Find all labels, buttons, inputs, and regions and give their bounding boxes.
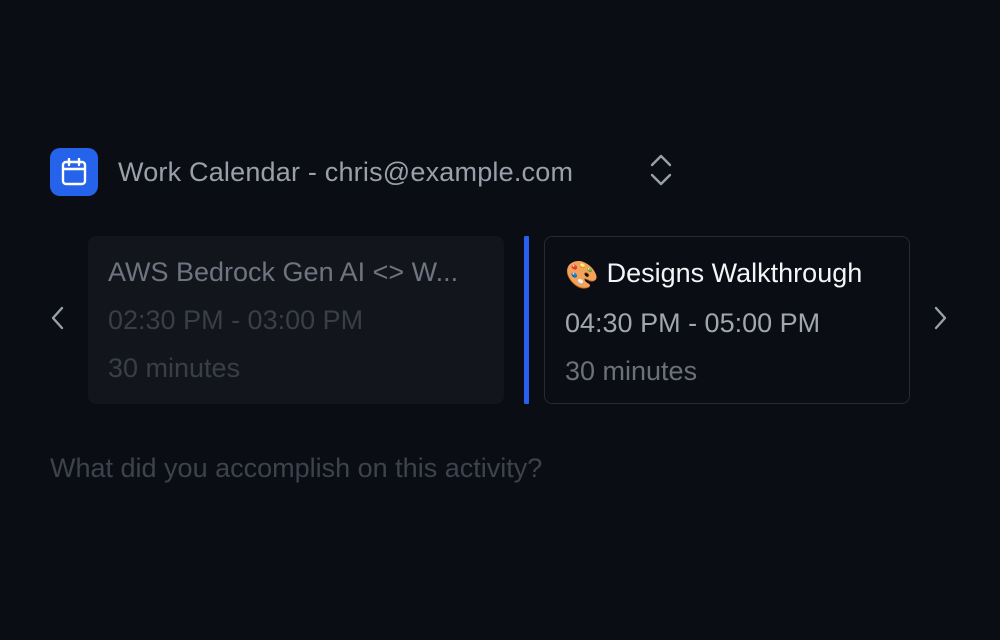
event-title: AWS Bedrock Gen AI <> W...: [108, 257, 459, 287]
chevron-up-down-icon: [648, 153, 674, 192]
event-duration: 30 minutes: [108, 353, 241, 383]
palette-icon: 🎨: [565, 260, 599, 290]
activity-panel: Work Calendar - chris@example.com AWS Be…: [0, 0, 1000, 640]
event-card-past[interactable]: AWS Bedrock Gen AI <> W... 02:30 PM - 03…: [88, 236, 504, 404]
calendar-switch-button[interactable]: [644, 150, 678, 194]
chevron-right-icon: [932, 305, 948, 336]
event-time: 02:30 PM - 03:00 PM: [108, 305, 364, 335]
calendar-header: Work Calendar - chris@example.com: [50, 148, 573, 196]
event-card-current[interactable]: 🎨 Designs Walkthrough 04:30 PM - 05:00 PM…: [544, 236, 910, 404]
current-time-indicator: [524, 236, 529, 404]
event-title: Designs Walkthrough: [606, 258, 863, 288]
calendar-title: Work Calendar - chris@example.com: [118, 156, 574, 187]
event-duration: 30 minutes: [565, 356, 698, 386]
chevron-left-icon: [50, 305, 66, 336]
activity-notes-input[interactable]: [50, 448, 930, 488]
event-title-row: 🎨 Designs Walkthrough: [565, 257, 889, 291]
previous-event-button[interactable]: [40, 298, 76, 342]
calendar-icon: [50, 148, 98, 196]
next-event-button[interactable]: [922, 298, 958, 342]
event-time: 04:30 PM - 05:00 PM: [565, 308, 821, 338]
